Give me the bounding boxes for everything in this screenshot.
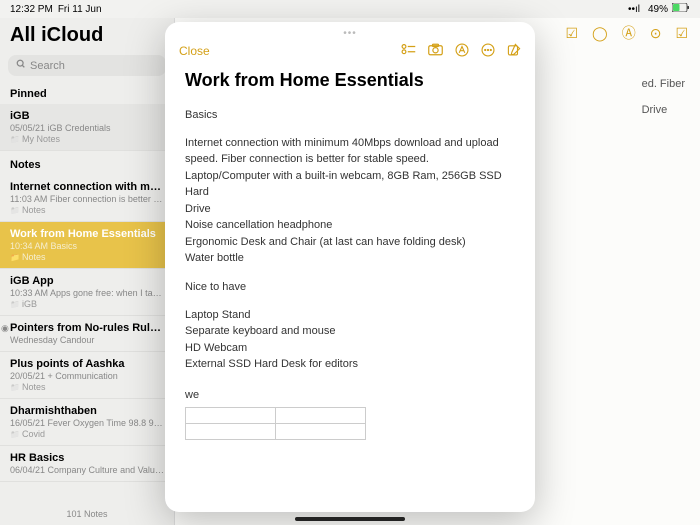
note-heading: Work from Home Essentials	[185, 70, 515, 91]
note-line: Ergonomic Desk and Chair (at last can ha…	[185, 234, 515, 251]
note-line: Water bottle	[185, 250, 515, 267]
camera-icon[interactable]	[428, 43, 443, 59]
section-basics: Basics	[185, 109, 515, 121]
note-line: speed. Fiber connection is better for st…	[185, 151, 515, 168]
note-line: External SSD Hard Desk for editors	[185, 356, 515, 373]
compose-icon[interactable]	[507, 43, 521, 60]
modal-overlay: ••• Close	[0, 0, 700, 525]
markup-icon[interactable]	[455, 43, 469, 60]
note-modal: ••• Close	[165, 22, 535, 512]
close-button[interactable]: Close	[179, 44, 210, 58]
ellipsis-icon: •••	[343, 28, 357, 39]
note-line: Internet connection with minimum 40Mbps …	[185, 135, 515, 152]
checklist-icon[interactable]	[401, 43, 416, 59]
trailing-text: we	[185, 387, 515, 404]
more-icon[interactable]	[481, 43, 495, 60]
note-line: Separate keyboard and mouse	[185, 323, 515, 340]
note-line: Noise cancellation headphone	[185, 217, 515, 234]
note-line: HD Webcam	[185, 340, 515, 357]
note-line: Drive	[185, 201, 515, 218]
home-indicator[interactable]	[295, 517, 405, 521]
modal-drag-handle[interactable]: •••	[165, 22, 535, 41]
note-body[interactable]: Work from Home Essentials Basics Interne…	[165, 68, 535, 512]
section-nice-to-have: Nice to have	[185, 281, 515, 293]
note-line: Laptop Stand	[185, 307, 515, 324]
note-line: Laptop/Computer with a built-in webcam, …	[185, 168, 515, 201]
note-table[interactable]	[185, 407, 366, 440]
